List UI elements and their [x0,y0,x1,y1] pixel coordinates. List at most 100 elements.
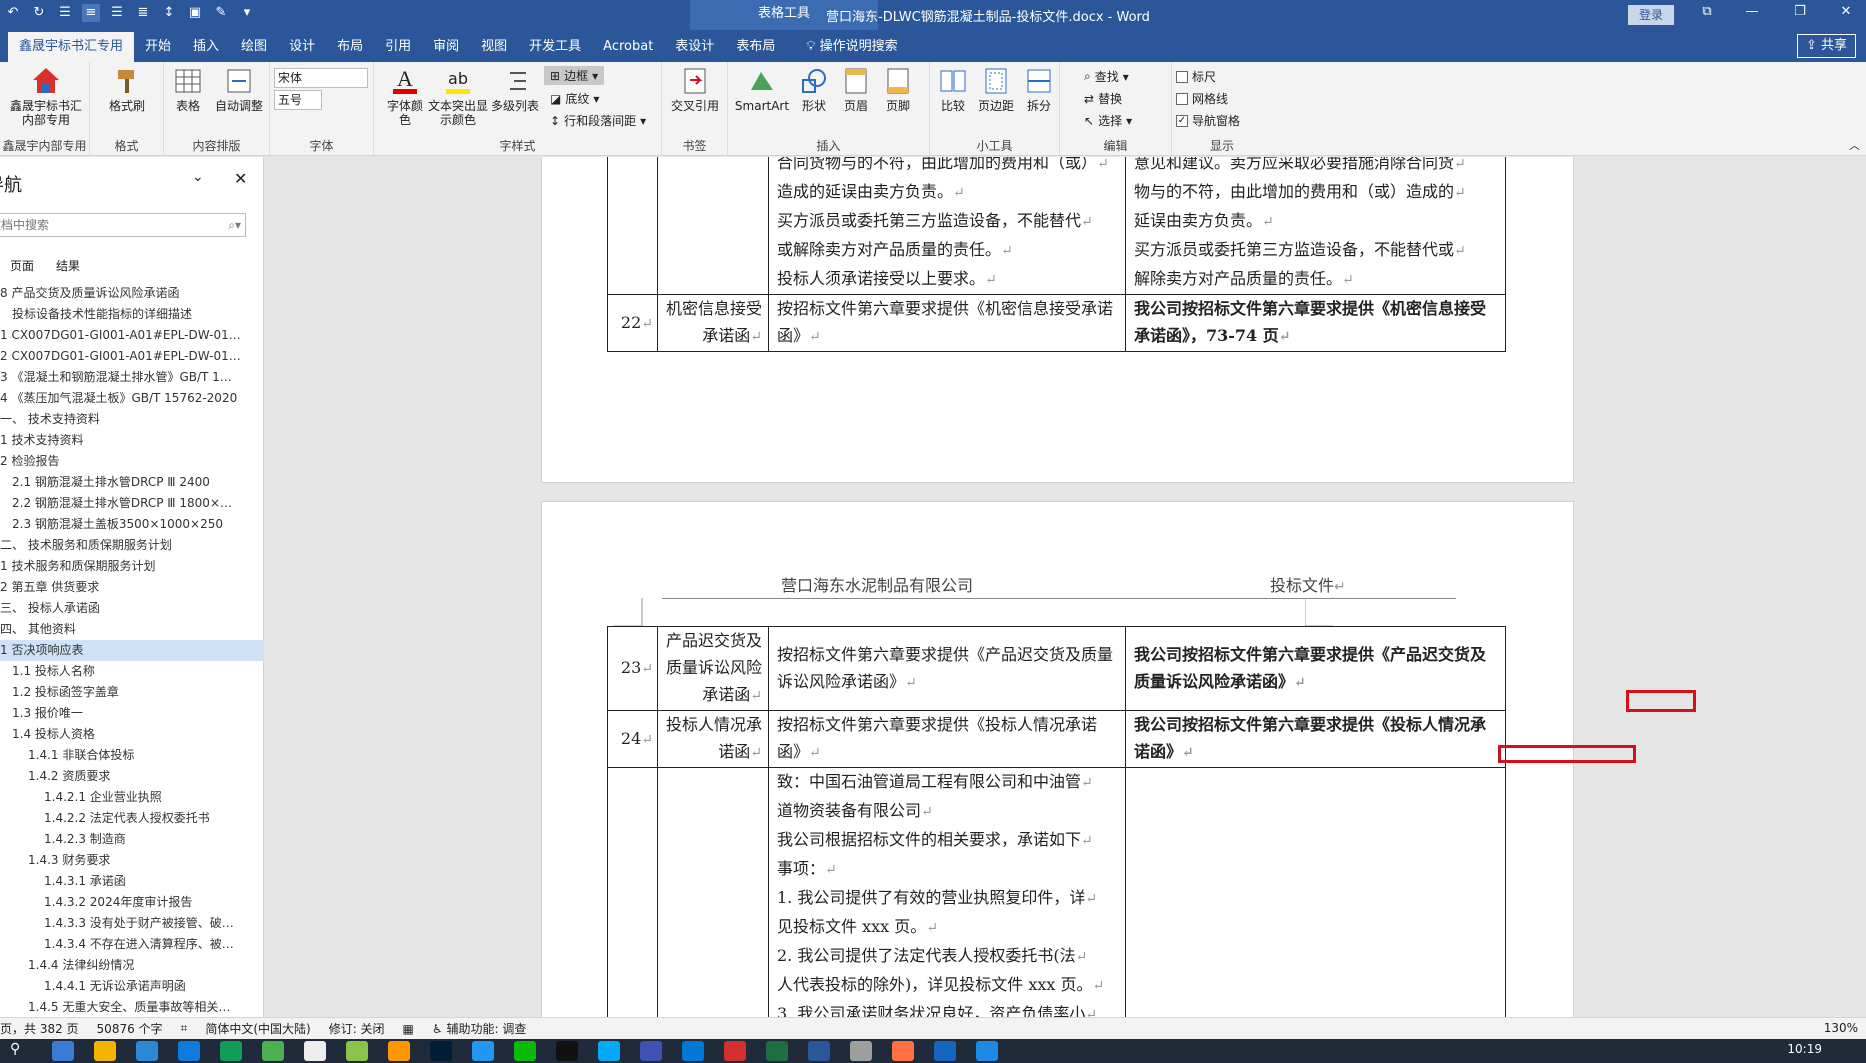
navpane-checkbox[interactable]: ✓ 导航窗格 [1176,112,1240,129]
app-icon[interactable] [220,1041,242,1061]
nav-heading-item[interactable]: 1.4.3.3 没有处于财产被接管、破… [0,913,264,934]
nav-heading-item[interactable]: 1 技术支持资料 [0,430,264,451]
tab-custom[interactable]: 鑫晟宇标书汇专用 [8,32,135,62]
nav-heading-item[interactable]: 1.4.3.2 2024年度审计报告 [0,892,264,913]
resp-cell[interactable] [1125,767,1506,1017]
language[interactable]: 简体中文(中国大陆) [205,1020,310,1037]
tab-home[interactable]: 开始 [134,32,182,62]
tab-review[interactable]: 审阅 [422,32,470,62]
word-count[interactable]: 50876 个字 [97,1020,163,1037]
nav-heading-item[interactable]: 2 第五章 供货要求 [0,577,264,598]
resp-cell[interactable]: 我公司按招标文件第六章要求提供《投标人情况承诺函》↵ [1125,710,1506,768]
compare-button[interactable]: 比较 [934,66,972,113]
ribbon-display-icon[interactable]: ⧉ [1697,4,1717,19]
app-icon[interactable] [136,1041,158,1061]
tab-design[interactable]: 设计 [278,32,326,62]
app-icon[interactable] [388,1041,410,1061]
restore-icon[interactable]: ❐ [1790,4,1810,19]
nav-heading-item[interactable]: 8 产品交货及质量诉讼风险承诺函 [0,283,264,304]
nav-heading-item[interactable]: 2 CX007DG01-GI001-A01#EPL-DW-01… [0,346,264,367]
undo-icon[interactable]: ↶ [4,4,22,22]
nav-search-input[interactable]: 在文档中搜索⌕▾ [0,213,246,237]
nav-heading-item[interactable]: 4 《蒸压加气混凝土板》GB/T 15762-2020 [0,388,264,409]
nav-heading-item[interactable]: 1.4.3.1 承诺函 [0,871,264,892]
acrobat-icon[interactable] [724,1041,746,1061]
resp-cell[interactable]: 我公司按招标文件第六章要求提供《机密信息接受承诺函》，73-74 页↵ [1125,294,1506,352]
find-button[interactable]: ⌕ 查找 ▾ [1084,68,1129,85]
minimize-icon[interactable]: — [1742,4,1762,19]
resp-cell[interactable]: 意见和建议。卖方应采取必要措施消除合同货↵ 物与的不符，由此增加的费用和（或）造成… [1125,157,1506,295]
row-name[interactable]: 机密信息接受承诺函↵ [657,294,769,352]
tab-table-design[interactable]: 表设计 [664,32,725,62]
border-button[interactable]: ⊞ 边框 ▾ [544,66,605,85]
footer-button[interactable]: 页脚 [878,66,918,113]
proofing-icon[interactable]: ⌗ [181,1021,188,1036]
nav-heading-item[interactable]: 2.2 钢筋混凝土排水管DRCP Ⅲ 1800×… [0,493,264,514]
font-color-button[interactable]: A 字体颜色 [384,66,426,127]
justify-icon[interactable]: ≣ [134,4,152,22]
wechat-icon[interactable] [514,1041,536,1061]
header-doc-type[interactable]: 投标文件↵ [1270,572,1346,596]
ruler-checkbox[interactable]: 标尺 [1176,68,1216,85]
tab-layout[interactable]: 布局 [326,32,374,62]
tab-insert[interactable]: 插入 [182,32,230,62]
nav-heading-item[interactable]: 1.4.2.1 企业营业执照 [0,787,264,808]
share-button[interactable]: ⇪ 共享 [1796,34,1856,58]
close-icon[interactable]: ✕ [1836,4,1856,19]
app-icon[interactable] [640,1041,662,1061]
font-name-combo[interactable]: 宋体 [274,68,368,88]
redo-icon[interactable]: ↻ [30,4,48,22]
nav-heading-item[interactable]: 1.4 投标人资格 [0,724,264,745]
nav-heading-item[interactable]: 1.4.4 法律纠纷情况 [0,955,264,976]
nav-heading-item[interactable]: 1.4.2.3 制造商 [0,829,264,850]
split-button[interactable]: 拆分 [1020,66,1058,113]
row-name[interactable]: 投标人情况承诺函↵ [657,710,769,768]
save-icon[interactable]: ▣ [186,4,204,22]
nav-heading-item[interactable]: 1.4.5 无重大安全、质量事故等相关… [0,997,264,1018]
header-company[interactable]: 营口海东水泥制品有限公司 [781,572,973,596]
format-painter-button[interactable]: 格式刷 [100,66,154,113]
nav-heading-item[interactable]: 1.4.4.1 无诉讼承诺声明函 [0,976,264,997]
req-cell[interactable]: 按招标文件第六章要求提供《投标人情况承诺函》↵ [768,710,1126,768]
word-icon[interactable] [808,1041,830,1061]
tab-table-layout[interactable]: 表布局 [725,32,786,62]
line-spacing-icon[interactable]: ↕ [160,4,178,22]
cross-reference-button[interactable]: 交叉引用 [668,66,722,113]
shading-button[interactable]: ◪ 底纹 ▾ [550,90,599,107]
align-center-icon[interactable]: ≡ [82,4,100,22]
req-cell[interactable]: 致：中国石油管道局工程有限公司和中油管↵ 道物资装备有限公司↵ 我公司根据招标文件的… [768,767,1126,1017]
tab-draw[interactable]: 绘图 [230,32,278,62]
app-icon[interactable] [262,1041,284,1061]
format-painter-icon[interactable]: ✎ [212,4,230,22]
nav-heading-item[interactable]: 1 否决项响应表 [0,640,264,661]
app-icon[interactable] [178,1041,200,1061]
nav-heading-item[interactable]: 1.4.3 财务要求 [0,850,264,871]
req-cell[interactable]: 合同货物与的不符，由此增加的费用和（或）↵ 造成的延误由卖方负责。↵ 买方派员或委托… [768,157,1126,295]
nav-heading-item[interactable]: 2.3 钢筋混凝土盖板3500×1000×250 [0,514,264,535]
nav-heading-item[interactable]: 1.4.3.4 不存在进入清算程序、被… [0,934,264,955]
app-icon[interactable] [346,1041,368,1061]
nav-tab-pages[interactable]: 页面 [10,257,34,274]
nav-heading-item[interactable]: 1 技术服务和质保期服务计划 [0,556,264,577]
app-icon[interactable] [976,1041,998,1061]
nav-heading-item[interactable]: 一、 技术支持资料 [0,409,264,430]
photoshop-icon[interactable] [430,1041,452,1061]
nav-heading-item[interactable]: 1.4.2 资质要求 [0,766,264,787]
qq-icon[interactable] [556,1041,578,1061]
nav-heading-item[interactable]: 四、 其他资料 [0,619,264,640]
multilevel-list-button[interactable]: 多级列表 [488,66,542,113]
nav-options-icon[interactable]: ⌄ [192,169,204,185]
tab-references[interactable]: 引用 [374,32,422,62]
nav-heading-item[interactable]: 二、 技术服务和质保期服务计划 [0,535,264,556]
font-size-combo[interactable]: 五号 [274,90,322,110]
accessibility[interactable]: ♿︎ 辅助功能: 调查 [432,1020,526,1037]
custom-brand-button[interactable]: 鑫晟宇标书汇内部专用 [6,66,86,127]
req-cell[interactable]: 按招标文件第六章要求提供《产品迟交货及质量诉讼风险承诺函》↵ [768,626,1126,711]
excel-icon[interactable] [766,1041,788,1061]
calculator-icon[interactable] [52,1041,74,1061]
table-button[interactable]: 表格 [168,66,208,113]
tab-view[interactable]: 视图 [470,32,518,62]
nav-heading-item[interactable]: 2 检验报告 [0,451,264,472]
nav-tab-results[interactable]: 结果 [56,257,80,274]
page-count[interactable]: 页，共 382 页 [0,1020,79,1037]
